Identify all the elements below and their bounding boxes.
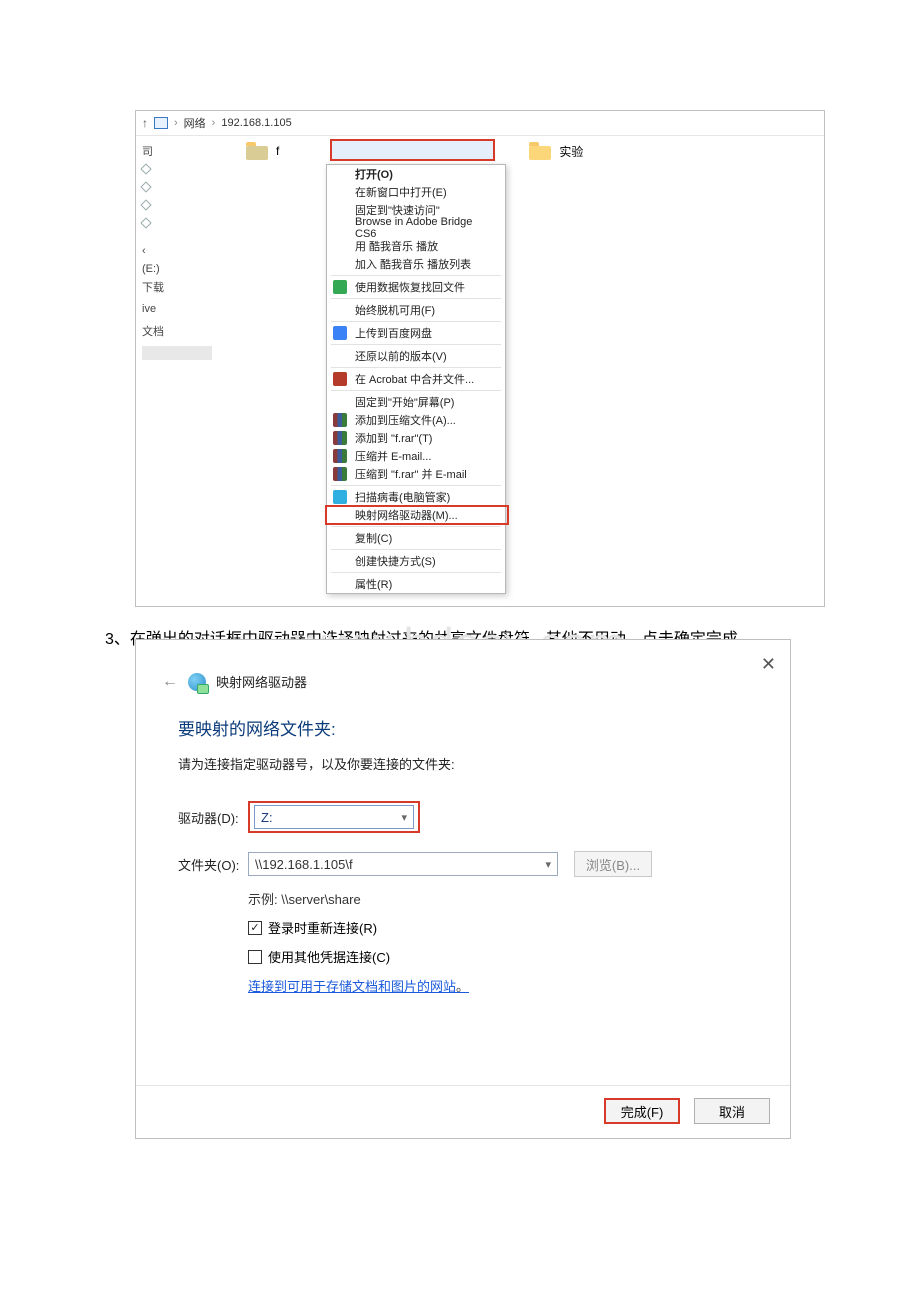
nav-item[interactable] xyxy=(142,178,226,196)
checkbox-checked-icon[interactable]: ✓ xyxy=(248,921,262,935)
nav-item[interactable]: (E:) xyxy=(142,260,226,278)
dialog-title: 映射网络驱动器 xyxy=(216,672,307,691)
map-drive-dialog: ✕ ← 映射网络驱动器 要映射的网络文件夹: 请为连接指定驱动器号，以及你要连接… xyxy=(135,639,791,1139)
dialog-subheading: 请为连接指定驱动器号，以及你要连接的文件夹: xyxy=(178,754,766,773)
ctx-open[interactable]: 打开(O) xyxy=(327,165,505,183)
ctx-restore[interactable]: 还原以前的版本(V) xyxy=(327,347,505,365)
ctx-copy[interactable]: 复制(C) xyxy=(327,529,505,547)
explorer-window: ↑ › 网络 › 192.168.1.105 司 ‹ (E:) 下载 ive 文… xyxy=(135,110,825,607)
separator xyxy=(331,275,501,276)
network-drive-icon xyxy=(188,673,206,691)
separator xyxy=(331,344,501,345)
context-menu: 打开(O) 在新窗口中打开(E) 固定到"快速访问" Browse in Ado… xyxy=(326,164,506,594)
separator xyxy=(331,572,501,573)
rar-icon xyxy=(333,449,347,463)
separator xyxy=(331,549,501,550)
folder-icon xyxy=(246,142,268,160)
folder-f[interactable]: f xyxy=(246,142,279,160)
ctx-props[interactable]: 属性(R) xyxy=(327,575,505,593)
storage-link[interactable]: 连接到可用于存储文档和图片的网站。 xyxy=(248,976,766,995)
separator xyxy=(331,298,501,299)
pin-icon xyxy=(140,181,151,192)
rar-icon xyxy=(333,413,347,427)
separator xyxy=(331,485,501,486)
recover-icon xyxy=(333,280,347,294)
ctx-acrobat[interactable]: 在 Acrobat 中合并文件... xyxy=(327,370,505,388)
othercred-label: 使用其他凭据连接(C) xyxy=(268,947,390,966)
rar-icon xyxy=(333,431,347,445)
pin-icon xyxy=(140,163,151,174)
ctx-map-drive[interactable]: 映射网络驱动器(M)... xyxy=(327,506,505,524)
crumb-sep-icon: › xyxy=(212,117,216,129)
crumb-sep-icon: › xyxy=(174,117,178,129)
ctx-zip-mail[interactable]: 压缩并 E-mail... xyxy=(327,447,505,465)
example-text: 示例: \\server\share xyxy=(248,889,766,908)
ctx-bridge[interactable]: Browse in Adobe Bridge CS6 xyxy=(327,219,505,237)
folder-label: 实验 xyxy=(559,143,583,160)
folder-exp[interactable]: 实验 xyxy=(529,142,583,160)
crumb-root[interactable]: 网络 xyxy=(184,115,206,131)
folder-label: 文件夹(O): xyxy=(178,855,248,874)
ctx-scan[interactable]: 扫描病毒(电脑管家) xyxy=(327,488,505,506)
cancel-button[interactable]: 取消 xyxy=(694,1098,770,1124)
ctx-recover[interactable]: 使用数据恢复找回文件 xyxy=(327,278,505,296)
back-arrow-icon[interactable]: ← xyxy=(162,673,178,691)
ctx-shortcut[interactable]: 创建快捷方式(S) xyxy=(327,552,505,570)
nav-item[interactable]: 文档 xyxy=(142,322,226,340)
ctx-pin-start[interactable]: 固定到"开始"屏幕(P) xyxy=(327,393,505,411)
up-arrow-icon[interactable]: ↑ xyxy=(142,116,148,130)
folder-view[interactable]: f 实验 打开(O) 在新窗口中打开(E) 固定到"快速访问" Browse i… xyxy=(226,136,824,590)
folder-label: f xyxy=(276,144,279,158)
ctx-zip-frar-mail[interactable]: 压缩到 "f.rar" 并 E-mail xyxy=(327,465,505,483)
ctx-kuwo-play[interactable]: 用 酷我音乐 播放 xyxy=(327,237,505,255)
ctx-kuwo-add[interactable]: 加入 酷我音乐 播放列表 xyxy=(327,255,505,273)
separator xyxy=(331,390,501,391)
nav-item[interactable] xyxy=(142,214,226,232)
ctx-offline[interactable]: 始终脱机可用(F) xyxy=(327,301,505,319)
dialog-footer: 完成(F) 取消 xyxy=(136,1085,790,1138)
acrobat-icon xyxy=(333,372,347,386)
crumb-node[interactable]: 192.168.1.105 xyxy=(221,117,291,129)
cloud-icon xyxy=(333,326,347,340)
highlight-box: Z: ▾ xyxy=(248,801,420,833)
folder-icon xyxy=(529,142,551,160)
nav-item[interactable]: ive xyxy=(142,300,226,318)
drive-value: Z: xyxy=(261,810,273,825)
chevron-down-icon: ▾ xyxy=(401,811,407,824)
folder-value: \\192.168.1.105\f xyxy=(255,857,353,872)
chevron-down-icon: ▾ xyxy=(545,858,551,871)
separator xyxy=(331,321,501,322)
nav-item[interactable] xyxy=(142,196,226,214)
pin-icon xyxy=(140,199,151,210)
ctx-add-archive[interactable]: 添加到压缩文件(A)... xyxy=(327,411,505,429)
ctx-open-new[interactable]: 在新窗口中打开(E) xyxy=(327,183,505,201)
folder-input[interactable]: \\192.168.1.105\f ▾ xyxy=(248,852,558,876)
breadcrumb[interactable]: ↑ › 网络 › 192.168.1.105 xyxy=(136,111,824,136)
separator xyxy=(331,526,501,527)
othercred-checkbox-row[interactable]: 使用其他凭据连接(C) xyxy=(248,947,766,966)
nav-item[interactable]: ‹ xyxy=(142,242,226,260)
separator xyxy=(331,367,501,368)
highlight-box xyxy=(330,139,495,161)
close-icon[interactable]: ✕ xyxy=(761,654,776,675)
pc-icon xyxy=(154,117,168,129)
nav-item[interactable]: 下载 xyxy=(142,278,226,296)
reconnect-label: 登录时重新连接(R) xyxy=(268,918,377,937)
ctx-baidu[interactable]: 上传到百度网盘 xyxy=(327,324,505,342)
drive-select[interactable]: Z: ▾ xyxy=(254,805,414,829)
pin-icon xyxy=(140,217,151,228)
dialog-heading: 要映射的网络文件夹: xyxy=(178,715,766,740)
browse-button[interactable]: 浏览(B)... xyxy=(574,851,652,877)
drive-label: 驱动器(D): xyxy=(178,808,248,827)
nav-selected-placeholder xyxy=(142,346,212,360)
finish-button[interactable]: 完成(F) xyxy=(604,1098,680,1124)
nav-item[interactable]: 司 xyxy=(142,142,226,160)
reconnect-checkbox-row[interactable]: ✓ 登录时重新连接(R) xyxy=(248,918,766,937)
nav-pane[interactable]: 司 ‹ (E:) 下载 ive 文档 xyxy=(136,136,226,590)
checkbox-icon[interactable] xyxy=(248,950,262,964)
rar-icon xyxy=(333,467,347,481)
nav-item[interactable] xyxy=(142,160,226,178)
ctx-add-frar[interactable]: 添加到 "f.rar"(T) xyxy=(327,429,505,447)
shield-icon xyxy=(333,490,347,504)
